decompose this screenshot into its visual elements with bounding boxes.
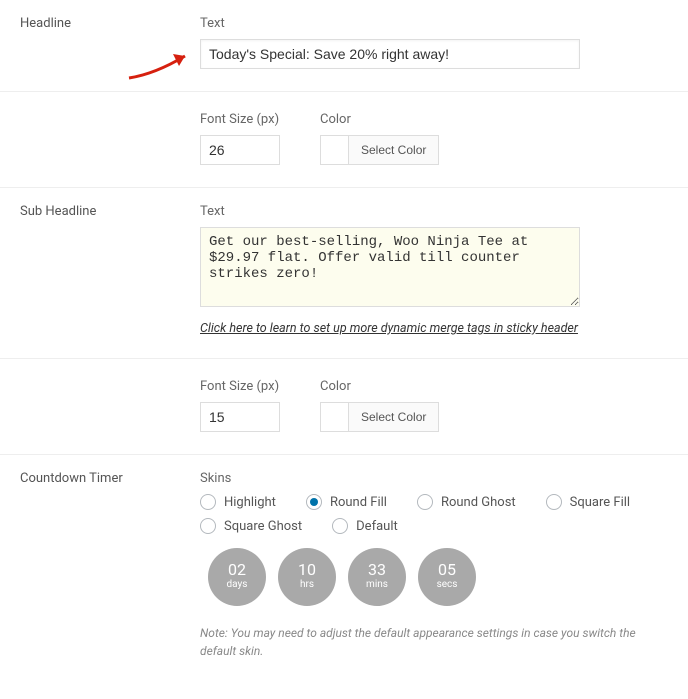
countdown-preview: 02 days 10 hrs 33 mins 05 secs	[208, 548, 668, 606]
radio-icon	[332, 518, 348, 534]
subheadline-fontsize-label: Font Size (px)	[200, 379, 280, 394]
subheadline-color-picker[interactable]: Select Color	[320, 402, 439, 432]
timer-value: 02	[228, 562, 246, 578]
timer-hrs: 10 hrs	[278, 548, 336, 606]
skin-label: Round Fill	[330, 495, 387, 510]
timer-days: 02 days	[208, 548, 266, 606]
skins-label: Skins	[200, 471, 668, 486]
headline-color-label: Color	[320, 112, 439, 127]
color-swatch-icon	[321, 136, 349, 164]
timer-secs: 05 secs	[418, 548, 476, 606]
radio-icon	[546, 494, 562, 510]
timer-unit: hrs	[300, 578, 314, 592]
headline-section-label: Headline	[20, 16, 200, 69]
radio-icon	[200, 518, 216, 534]
skin-label: Square Ghost	[224, 519, 302, 534]
timer-value: 10	[298, 562, 316, 578]
subheadline-section-label: Sub Headline	[20, 204, 200, 336]
headline-text-label: Text	[200, 16, 668, 31]
skin-option-round-fill[interactable]: Round Fill	[306, 494, 387, 510]
timer-mins: 33 mins	[348, 548, 406, 606]
subheadline-text-label: Text	[200, 204, 668, 219]
radio-icon	[417, 494, 433, 510]
headline-color-picker[interactable]: Select Color	[320, 135, 439, 165]
headline-fontsize-label: Font Size (px)	[200, 112, 280, 127]
skin-note: Note: You may need to adjust the default…	[200, 624, 640, 660]
skin-label: Highlight	[224, 495, 276, 510]
color-swatch-icon	[321, 403, 349, 431]
timer-unit: days	[227, 578, 248, 592]
timer-unit: mins	[366, 578, 388, 592]
countdown-section-label: Countdown Timer	[20, 471, 200, 660]
subheadline-text-input[interactable]	[200, 227, 580, 307]
skin-option-square-fill[interactable]: Square Fill	[546, 494, 630, 510]
radio-icon	[200, 494, 216, 510]
timer-value: 05	[438, 562, 456, 578]
headline-text-input[interactable]	[200, 39, 580, 69]
skin-label: Round Ghost	[441, 495, 516, 510]
subheadline-select-color-button[interactable]: Select Color	[349, 403, 438, 431]
skin-option-round-ghost[interactable]: Round Ghost	[417, 494, 516, 510]
timer-unit: secs	[437, 578, 458, 592]
radio-icon	[306, 494, 322, 510]
skin-option-highlight[interactable]: Highlight	[200, 494, 276, 510]
subheadline-color-label: Color	[320, 379, 439, 394]
subheadline-fontsize-input[interactable]	[200, 402, 280, 432]
skin-option-default[interactable]: Default	[332, 518, 398, 534]
merge-tags-help-link[interactable]: Click here to learn to set up more dynam…	[200, 321, 578, 336]
headline-fontsize-input[interactable]	[200, 135, 280, 165]
headline-select-color-button[interactable]: Select Color	[349, 136, 438, 164]
timer-value: 33	[368, 562, 386, 578]
skin-label: Square Fill	[570, 495, 630, 510]
skin-label: Default	[356, 519, 398, 534]
skin-option-square-ghost[interactable]: Square Ghost	[200, 518, 302, 534]
